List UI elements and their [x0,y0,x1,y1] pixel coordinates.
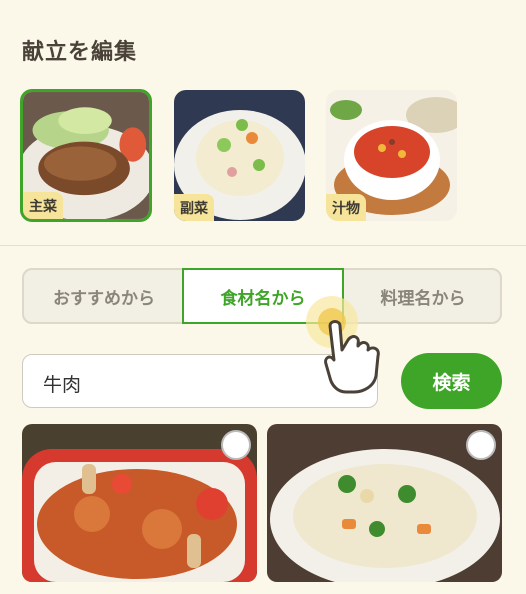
category-soup[interactable]: 汁物 [326,90,457,221]
divider [0,245,526,246]
category-side-dish[interactable]: 副菜 [174,90,305,221]
category-label: 汁物 [326,194,366,221]
tab-recommended[interactable]: おすすめから [24,268,184,324]
pointer-hand-icon [306,296,380,394]
category-label: 主菜 [23,192,63,219]
result-card[interactable] [22,424,257,582]
search-mode-tabs: おすすめから 食材名から 料理名から [22,268,502,324]
category-main-dish[interactable]: 主菜 [20,89,152,222]
category-label: 副菜 [174,194,214,221]
search-value: 牛肉 [43,374,82,396]
result-card[interactable] [267,424,502,582]
check-circle-icon[interactable] [221,430,251,460]
search-button[interactable]: 検索 [401,353,502,409]
page-title: 献立を編集 [22,40,138,65]
check-circle-icon[interactable] [466,430,496,460]
